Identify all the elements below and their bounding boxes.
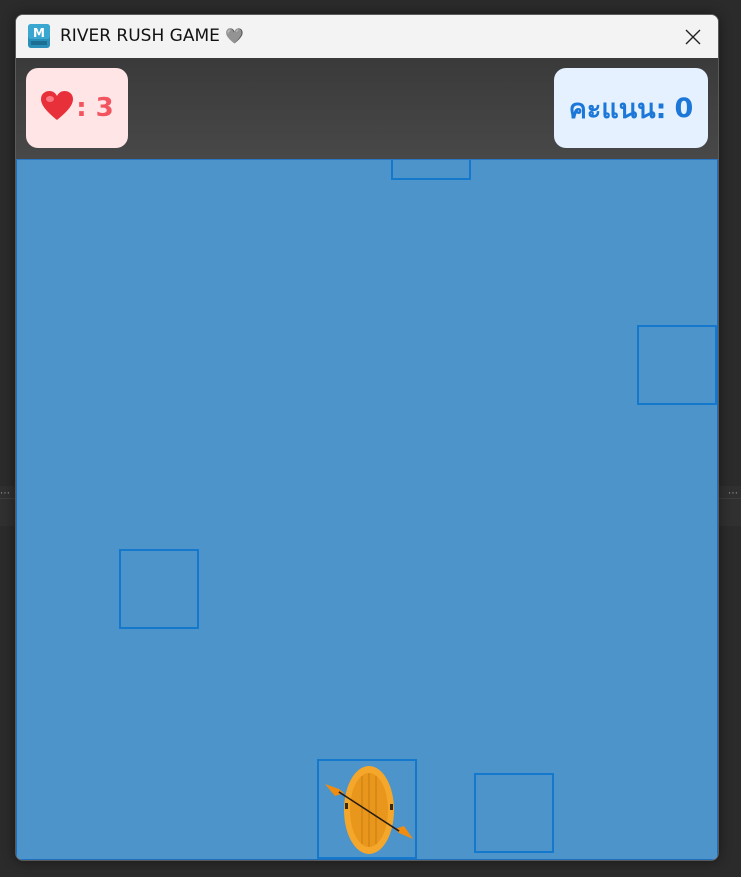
heart-icon bbox=[40, 90, 74, 126]
lives-card: : 3 bbox=[26, 68, 128, 148]
grip-dots-icon: ⋯ bbox=[0, 488, 11, 499]
score-label: คะแนน: bbox=[568, 93, 667, 125]
score-value: 0 bbox=[674, 92, 694, 124]
title-bar[interactable]: M RIVER RUSH GAME 🩶 bbox=[16, 15, 718, 58]
obstacle-top-center bbox=[391, 160, 471, 180]
grey-heart-icon: 🩶 bbox=[225, 27, 244, 45]
rowboat-icon bbox=[325, 766, 413, 854]
lives-count: : 3 bbox=[76, 93, 114, 123]
score-card: คะแนน: 0 bbox=[554, 68, 708, 148]
window-title-text: RIVER RUSH GAME bbox=[60, 26, 220, 46]
close-button[interactable] bbox=[668, 15, 718, 58]
river-play-area[interactable] bbox=[16, 159, 718, 860]
obstacle-bottom-right bbox=[474, 773, 554, 853]
game-window: M RIVER RUSH GAME 🩶 : 3 คะแนน: 0 bbox=[15, 14, 719, 861]
player-boat[interactable] bbox=[317, 759, 417, 859]
svg-text:M: M bbox=[33, 26, 45, 40]
obstacle-right bbox=[637, 325, 717, 405]
grip-dots-icon: ⋯ bbox=[728, 488, 739, 499]
obstacle-left bbox=[119, 549, 199, 629]
window-title: RIVER RUSH GAME 🩶 bbox=[60, 26, 244, 46]
hud-bar: : 3 คะแนน: 0 bbox=[16, 58, 718, 159]
maya-app-icon: M bbox=[28, 24, 50, 48]
close-icon bbox=[685, 29, 701, 44]
